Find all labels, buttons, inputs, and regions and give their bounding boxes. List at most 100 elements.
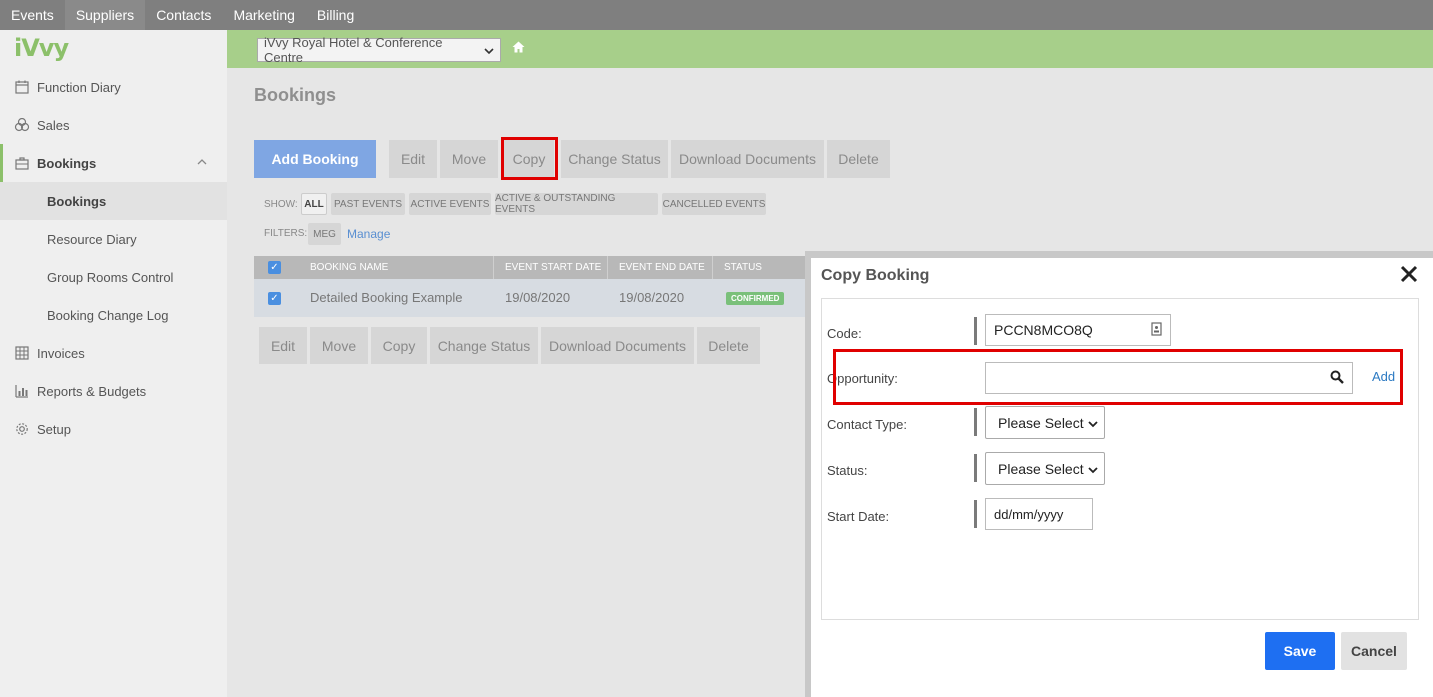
sidebar-item-label: Function Diary xyxy=(37,79,121,95)
bottom-edit-button[interactable]: Edit xyxy=(259,327,307,364)
id-card-icon xyxy=(1151,321,1162,339)
field-divider xyxy=(974,454,977,482)
sidebar-item-label: Sales xyxy=(37,117,70,133)
status-select[interactable]: Please Select xyxy=(985,452,1105,485)
event-end-date-cell: 19/08/2020 xyxy=(619,290,685,305)
topnav-billing[interactable]: Billing xyxy=(306,0,365,30)
status-value: Please Select xyxy=(998,460,1084,477)
change-status-button[interactable]: Change Status xyxy=(561,140,668,178)
contact-type-value: Please Select xyxy=(998,414,1084,431)
contact-type-label: Contact Type: xyxy=(827,417,907,432)
sidebar-item-booking-change-log[interactable]: Booking Change Log xyxy=(0,296,227,334)
cancel-button[interactable]: Cancel xyxy=(1341,632,1407,670)
filters-label: FILTERS: xyxy=(264,228,308,239)
sales-icon xyxy=(14,117,30,133)
sidebar-item-function-diary[interactable]: Function Diary xyxy=(0,68,227,106)
field-divider xyxy=(974,500,977,528)
bottom-download-documents-button[interactable]: Download Documents xyxy=(541,327,694,364)
copy-button-highlight xyxy=(501,137,558,180)
table-row[interactable]: ✓ Detailed Booking Example 19/08/2020 19… xyxy=(254,279,809,317)
sidebar-item-setup[interactable]: Setup xyxy=(0,410,227,448)
bottom-copy-button[interactable]: Copy xyxy=(371,327,427,364)
sidebar-item-group-rooms-control[interactable]: Group Rooms Control xyxy=(0,258,227,296)
sidebar-item-bookings-group[interactable]: Bookings xyxy=(0,144,227,182)
bottom-move-button[interactable]: Move xyxy=(310,327,368,364)
delete-button[interactable]: Delete xyxy=(827,140,890,178)
code-label: Code: xyxy=(827,326,862,341)
bar-chart-icon xyxy=(14,383,30,399)
start-date-placeholder: dd/mm/yyyy xyxy=(994,506,1064,522)
status-label: Status: xyxy=(827,463,868,478)
venue-select[interactable]: iVvy Royal Hotel & Conference Centre xyxy=(257,35,501,65)
bottom-delete-button[interactable]: Delete xyxy=(697,327,760,364)
code-field[interactable]: PCCN8MCO8Q xyxy=(985,314,1171,346)
home-icon[interactable] xyxy=(512,41,525,56)
topnav-events[interactable]: Events xyxy=(0,0,65,30)
sidebar-item-label: Bookings xyxy=(47,193,107,209)
copy-booking-form xyxy=(821,298,1419,620)
bottom-change-status-button[interactable]: Change Status xyxy=(430,327,538,364)
filter-tag-meg[interactable]: MEG xyxy=(308,223,341,245)
code-value: PCCN8MCO8Q xyxy=(994,322,1093,338)
sidebar-item-label: Setup xyxy=(37,421,71,437)
topnav-suppliers[interactable]: Suppliers xyxy=(64,0,146,30)
chevron-up-icon[interactable] xyxy=(197,156,207,168)
grid-icon xyxy=(14,345,30,361)
show-label: SHOW: xyxy=(264,199,298,210)
filter-active-events[interactable]: ACTIVE EVENTS xyxy=(409,193,491,215)
page-title: Bookings xyxy=(254,85,337,105)
chevron-down-icon xyxy=(1088,415,1098,431)
column-header-status[interactable]: STATUS xyxy=(713,256,809,279)
contact-type-select[interactable]: Please Select xyxy=(985,406,1105,439)
save-button[interactable]: Save xyxy=(1265,632,1335,670)
sidebar-item-resource-diary[interactable]: Resource Diary xyxy=(0,220,227,258)
chevron-down-icon xyxy=(484,43,494,58)
sidebar-item-label: Invoices xyxy=(37,345,85,361)
top-navigation: Events Suppliers Contacts Marketing Bill… xyxy=(0,0,1433,30)
filter-active-outstanding-events[interactable]: ACTIVE & OUTSTANDING EVENTS xyxy=(495,193,658,215)
download-documents-button[interactable]: Download Documents xyxy=(671,140,824,178)
filter-all[interactable]: ALL xyxy=(301,193,327,215)
sidebar-item-reports-budgets[interactable]: Reports & Budgets xyxy=(0,372,227,410)
column-header-booking-name[interactable]: BOOKING NAME xyxy=(299,256,494,279)
sidebar-item-label: Resource Diary xyxy=(47,231,137,247)
event-start-date-cell: 19/08/2020 xyxy=(505,290,571,305)
topnav-contacts[interactable]: Contacts xyxy=(145,0,222,30)
manage-filters-link[interactable]: Manage xyxy=(347,227,390,241)
briefcase-icon xyxy=(14,155,30,171)
opportunity-highlight xyxy=(833,349,1403,405)
add-booking-button[interactable]: Add Booking xyxy=(254,140,376,178)
filter-past-events[interactable]: PAST EVENTS xyxy=(331,193,405,215)
field-divider xyxy=(974,408,977,436)
booking-name-cell[interactable]: Detailed Booking Example xyxy=(299,279,462,317)
sidebar: iVvy Function Diary Sales Bookings Booki… xyxy=(0,30,227,697)
table-header: ✓ BOOKING NAME EVENT START DATE EVENT EN… xyxy=(254,256,809,279)
move-button[interactable]: Move xyxy=(440,140,498,178)
edit-button[interactable]: Edit xyxy=(389,140,437,178)
venue-select-value: iVvy Royal Hotel & Conference Centre xyxy=(264,35,443,65)
column-header-event-start-date[interactable]: EVENT START DATE xyxy=(494,256,608,279)
select-all-checkbox[interactable]: ✓ xyxy=(268,261,281,274)
chevron-down-icon xyxy=(1088,461,1098,477)
sidebar-item-invoices[interactable]: Invoices xyxy=(0,334,227,372)
sidebar-item-bookings[interactable]: Bookings xyxy=(0,182,227,220)
field-divider xyxy=(974,317,977,345)
gear-icon xyxy=(14,421,30,437)
sidebar-item-sales[interactable]: Sales xyxy=(0,106,227,144)
close-icon[interactable] xyxy=(1400,263,1418,289)
topnav-marketing[interactable]: Marketing xyxy=(222,0,305,30)
column-header-event-end-date[interactable]: EVENT END DATE xyxy=(608,256,713,279)
sidebar-item-label: Reports & Budgets xyxy=(37,383,147,399)
sidebar-item-label: Booking Change Log xyxy=(47,307,169,323)
sidebar-item-label: Group Rooms Control xyxy=(47,269,174,285)
row-checkbox[interactable]: ✓ xyxy=(268,292,281,305)
dialog-title: Copy Booking xyxy=(821,267,930,284)
calendar-icon xyxy=(14,79,30,95)
start-date-label: Start Date: xyxy=(827,509,890,524)
sidebar-item-label: Bookings xyxy=(37,155,97,171)
start-date-field[interactable]: dd/mm/yyyy xyxy=(985,498,1093,530)
ivvy-logo[interactable]: iVvy xyxy=(14,34,69,62)
filter-cancelled-events[interactable]: CANCELLED EVENTS xyxy=(662,193,766,215)
venue-bar: iVvy Royal Hotel & Conference Centre xyxy=(227,30,1433,68)
copy-booking-dialog: Copy Booking Code: PCCN8MCO8Q Opportunit… xyxy=(811,258,1433,697)
